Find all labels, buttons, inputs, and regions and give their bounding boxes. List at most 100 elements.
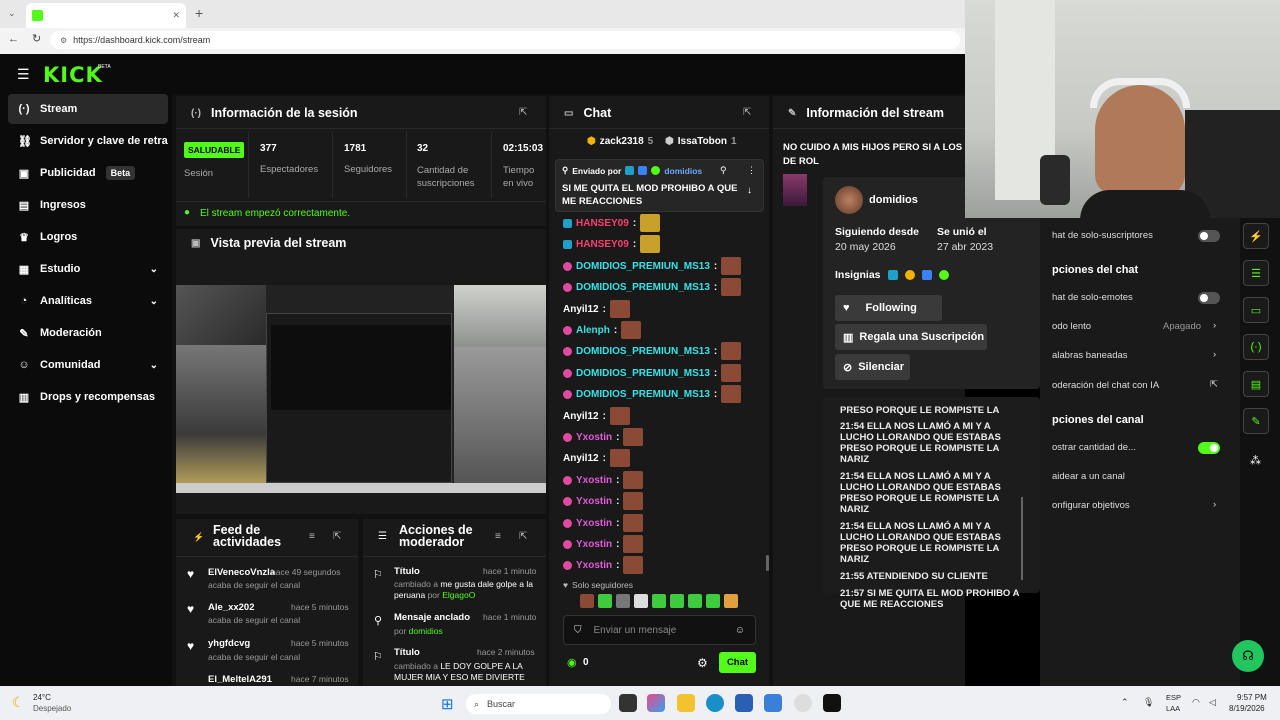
- popout-icon[interactable]: ⇱: [743, 107, 751, 118]
- mod-action-mod[interactable]: ElgagoO: [442, 590, 475, 600]
- chat-username[interactable]: DOMIDIOS_PREMIUN_MS13: [576, 389, 710, 400]
- emoji-icon[interactable]: ☺: [735, 625, 745, 636]
- emote[interactable]: [652, 594, 666, 608]
- back-icon[interactable]: ←: [8, 33, 19, 45]
- chat-icon[interactable]: ▭: [1243, 297, 1269, 323]
- chat-message[interactable]: Yxostin:: [563, 556, 644, 574]
- chat-username[interactable]: DOMIDIOS_PREMIUN_MS13: [576, 282, 710, 293]
- integrations-icon[interactable]: ⁂: [1250, 454, 1261, 467]
- chevron-right-icon[interactable]: ›: [1213, 320, 1216, 331]
- chat-username[interactable]: Yxostin: [576, 518, 612, 529]
- chat-message[interactable]: Alenph:: [563, 321, 642, 339]
- chat-username[interactable]: Yxostin: [576, 539, 612, 550]
- popout-icon[interactable]: ⇱: [519, 107, 527, 118]
- ad-icon[interactable]: ▤: [1243, 371, 1269, 397]
- stream-preview-video[interactable]: [176, 285, 546, 493]
- top-gifter-1[interactable]: ⬢ zack2318 5: [587, 136, 653, 147]
- external-link-icon[interactable]: ⇱: [1210, 379, 1218, 390]
- chat-message[interactable]: Yxostin:: [563, 492, 644, 510]
- emote-bar[interactable]: [580, 594, 755, 610]
- list-icon[interactable]: ☰: [1243, 260, 1269, 286]
- wifi-icon[interactable]: ◠: [1192, 697, 1200, 708]
- chat-message[interactable]: HANSEY09:: [563, 235, 661, 253]
- windows-start-icon[interactable]: ⊞: [441, 695, 454, 713]
- sidebar-item-drops[interactable]: ▥ Drops y recompensas: [8, 382, 168, 412]
- sidebar-item-community[interactable]: ☺ Comunidad ⌄: [8, 350, 168, 380]
- chevron-up-icon[interactable]: ⌃: [1121, 697, 1129, 708]
- chat-username[interactable]: HANSEY09: [576, 239, 629, 250]
- chat-username[interactable]: Yxostin: [576, 475, 612, 486]
- address-bar[interactable]: ⚙ https://dashboard.kick.com/stream: [50, 31, 960, 49]
- chat-message[interactable]: Yxostin:: [563, 514, 644, 532]
- site-info-icon[interactable]: ⚙: [60, 36, 67, 45]
- emote[interactable]: [580, 594, 594, 608]
- chat-username[interactable]: Alenph: [576, 325, 610, 336]
- emote[interactable]: [670, 594, 684, 608]
- sidebar-item-ads[interactable]: ▣ Publicidad Beta: [8, 158, 168, 188]
- expand-down-icon[interactable]: ↓: [747, 185, 752, 196]
- emote[interactable]: [598, 594, 612, 608]
- kick-logo[interactable]: KICK: [43, 63, 103, 87]
- lightning-icon[interactable]: ⚡: [1243, 223, 1269, 249]
- emote[interactable]: [634, 594, 648, 608]
- chat-username[interactable]: DOMIDIOS_PREMIUN_MS13: [576, 346, 710, 357]
- copilot-icon[interactable]: [647, 694, 665, 712]
- emote[interactable]: [616, 594, 630, 608]
- chat-message[interactable]: DOMIDIOS_PREMIUN_MS13:: [563, 257, 742, 275]
- chat-message[interactable]: DOMIDIOS_PREMIUN_MS13:: [563, 385, 742, 403]
- chat-username[interactable]: Yxostin: [576, 560, 612, 571]
- send-chat-button[interactable]: Chat: [719, 652, 756, 673]
- chat-message[interactable]: DOMIDIOS_PREMIUN_MS13:: [563, 278, 742, 296]
- filter-icon[interactable]: ≡: [309, 531, 315, 542]
- chat-username[interactable]: Anyil12: [563, 411, 599, 422]
- unpin-icon[interactable]: ⚲: [720, 165, 727, 176]
- popout-icon[interactable]: ⇱: [333, 531, 341, 542]
- shield-icon[interactable]: ⛉: [574, 625, 582, 636]
- store-icon[interactable]: [735, 694, 753, 712]
- chat-message[interactable]: Anyil12:: [563, 300, 630, 318]
- volume-icon[interactable]: ◁: [1209, 697, 1216, 708]
- hamburger-menu-icon[interactable]: ☰: [17, 66, 30, 83]
- chat-username[interactable]: DOMIDIOS_PREMIUN_MS13: [576, 368, 710, 379]
- emotes-only-toggle[interactable]: [1198, 292, 1220, 304]
- log-scrollbar[interactable]: [1021, 497, 1023, 580]
- emote[interactable]: [688, 594, 702, 608]
- mod-action-mod[interactable]: domidios: [409, 626, 443, 636]
- chevron-right-icon[interactable]: ›: [1213, 349, 1216, 360]
- chevron-right-icon[interactable]: ›: [1213, 499, 1216, 510]
- new-tab-icon[interactable]: +: [195, 5, 203, 21]
- emote[interactable]: [724, 594, 738, 608]
- weather-temp[interactable]: 24°C: [33, 693, 51, 702]
- stream-title[interactable]: NO CUIDO A MIS HIJOS PERO SI A LOS DE RO…: [783, 141, 965, 169]
- chat-username[interactable]: Anyil12: [563, 453, 599, 464]
- browser-tab[interactable]: Stream - Kick Dashboard ✕: [26, 3, 186, 28]
- points-icon[interactable]: ◉: [567, 656, 577, 669]
- chat-username[interactable]: Yxostin: [576, 496, 612, 507]
- raid-label[interactable]: aidear a un canal: [1052, 471, 1125, 482]
- chat-username[interactable]: DOMIDIOS_PREMIUN_MS13: [576, 261, 710, 272]
- broadcast-icon[interactable]: (·): [1243, 334, 1269, 360]
- sidebar-item-analytics[interactable]: ◔ Analíticas ⌄: [8, 286, 168, 316]
- filter-icon[interactable]: ≡: [495, 531, 501, 542]
- tab-list-icon[interactable]: ⌄: [8, 8, 16, 19]
- goals-label[interactable]: onfigurar objetivos: [1052, 500, 1130, 511]
- user-card-username[interactable]: domidios: [869, 194, 918, 206]
- category-thumbnail[interactable]: [783, 174, 807, 206]
- microphone-icon[interactable]: 🎙: [1143, 697, 1154, 708]
- more-options-icon[interactable]: ⋮: [747, 165, 756, 176]
- close-tab-icon[interactable]: ✕: [172, 10, 180, 21]
- sidebar-item-achievements[interactable]: ♛ Logros: [8, 222, 168, 252]
- gear-icon[interactable]: ⚙: [697, 656, 708, 670]
- avatar[interactable]: [835, 186, 863, 214]
- feed-user[interactable]: Ale_xx202: [208, 602, 254, 613]
- sidebar-item-studio[interactable]: ▦ Estudio ⌄: [8, 254, 168, 284]
- chat-message[interactable]: DOMIDIOS_PREMIUN_MS13:: [563, 364, 742, 382]
- chat-username[interactable]: Yxostin: [576, 432, 612, 443]
- clock-time[interactable]: 9:57 PM: [1237, 693, 1267, 702]
- show-count-toggle[interactable]: [1198, 442, 1220, 454]
- banned-words-label[interactable]: alabras baneadas: [1052, 350, 1128, 361]
- taskbar-search[interactable]: ⌕ Buscar: [466, 694, 611, 714]
- wrench-icon[interactable]: ✎: [1243, 408, 1269, 434]
- support-headset-icon[interactable]: ☊: [1232, 640, 1264, 672]
- chat-message[interactable]: DOMIDIOS_PREMIUN_MS13:: [563, 342, 742, 360]
